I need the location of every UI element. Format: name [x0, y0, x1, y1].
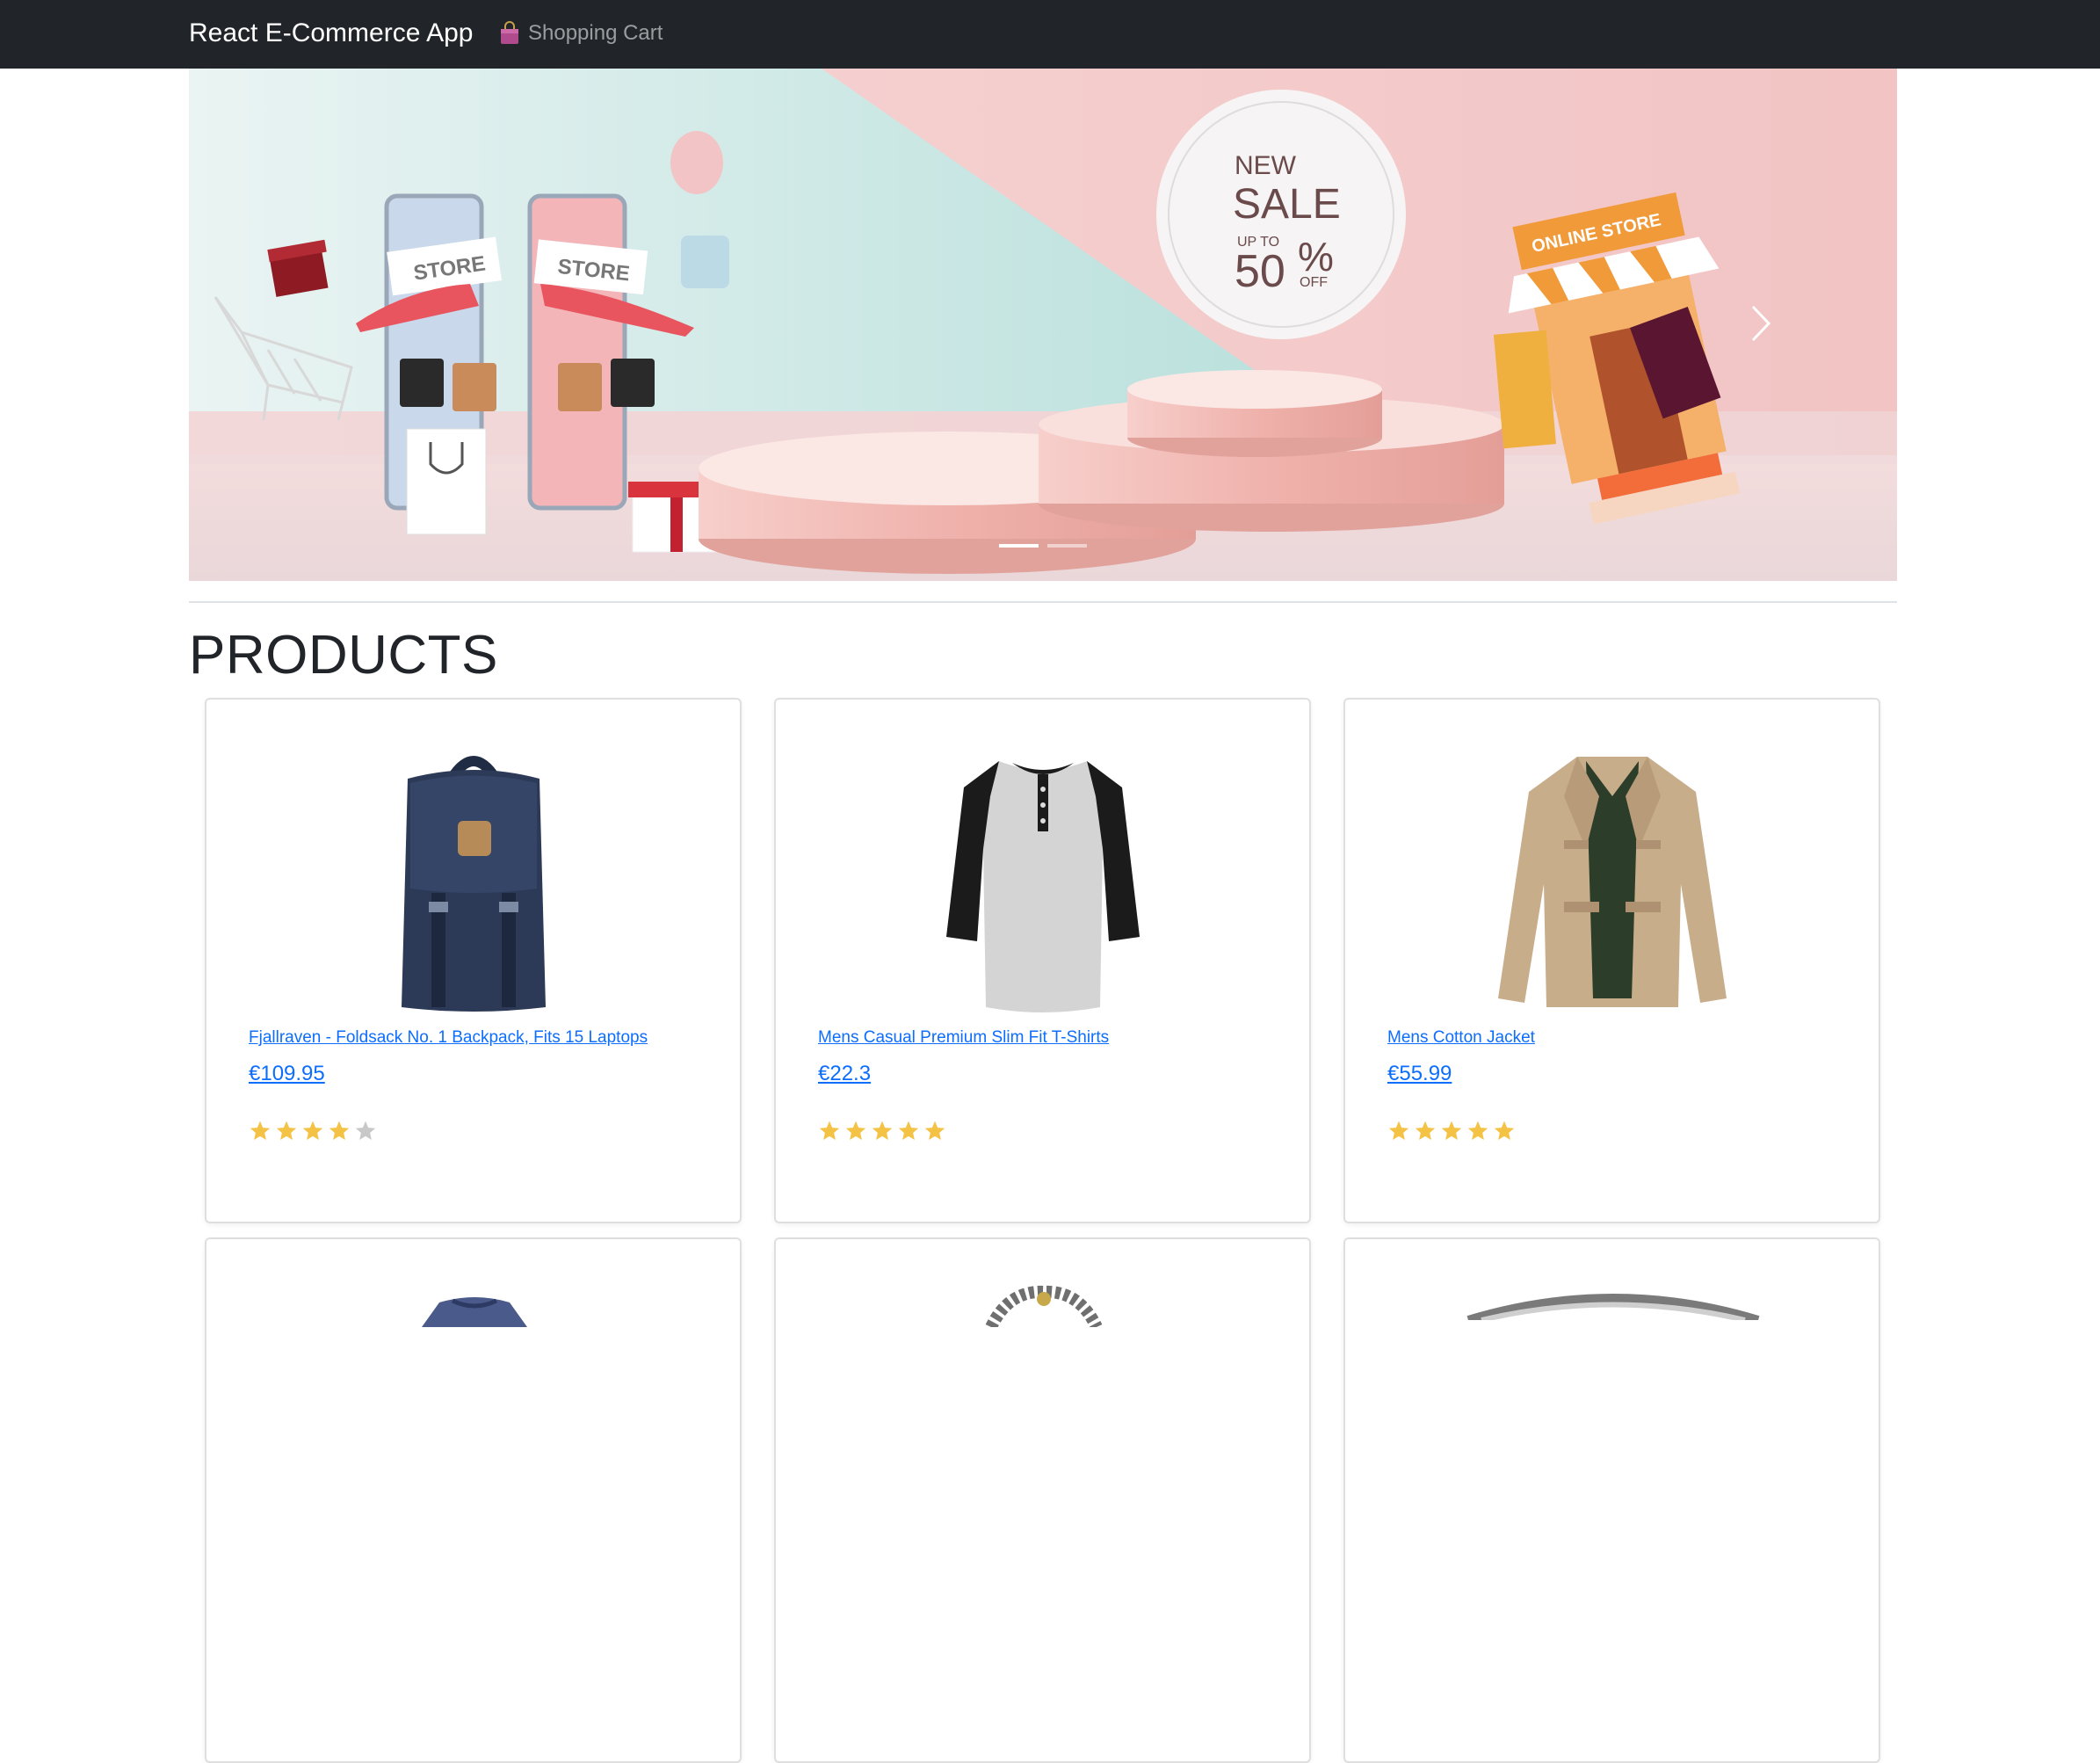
product-price-link[interactable]: €55.99 — [1387, 1062, 1452, 1086]
brand-link[interactable]: React E-Commerce App — [189, 16, 473, 51]
chevron-right-icon — [1751, 305, 1771, 342]
sale-banner-image: STORE STORE NEW SALE UP TO 50 % OFF ONLI… — [189, 69, 1897, 581]
star-filled-icon — [924, 1121, 945, 1140]
carousel-indicators — [189, 544, 1897, 548]
product-card: Fjallraven - Foldsack No. 1 Backpack, Fi… — [205, 698, 742, 1223]
star-filled-icon — [302, 1121, 323, 1140]
star-filled-icon — [898, 1121, 919, 1140]
promo-carousel: STORE STORE NEW SALE UP TO 50 % OFF ONLI… — [189, 69, 1897, 581]
star-filled-icon — [250, 1121, 271, 1140]
shopping-cart-link[interactable]: Shopping Cart — [498, 18, 663, 49]
product-rating — [249, 1120, 377, 1143]
shopping-cart-label: Shopping Cart — [528, 21, 663, 45]
product-card: Mens Cotton Jacket €55.99 — [1343, 698, 1880, 1223]
product-title-link[interactable]: Mens Cotton Jacket — [1387, 1028, 1852, 1048]
carousel-next-button[interactable] — [1730, 288, 1792, 359]
product-price-link[interactable]: €22.3 — [818, 1062, 871, 1086]
star-filled-icon — [872, 1121, 893, 1140]
star-filled-icon — [1467, 1121, 1488, 1140]
star-filled-icon — [329, 1121, 350, 1140]
star-filled-icon — [819, 1121, 840, 1140]
product-image-tshirt — [422, 1297, 527, 1327]
product-image-ring — [1466, 1294, 1760, 1320]
product-card — [205, 1237, 742, 1763]
star-filled-icon — [1415, 1121, 1436, 1140]
top-navbar: React E-Commerce App Shopping Cart — [0, 0, 2100, 69]
products-heading: PRODUCTS — [189, 625, 498, 686]
star-filled-icon — [845, 1121, 866, 1140]
badge-new-text: NEW — [1235, 151, 1297, 180]
product-image-cotton-jacket — [1497, 757, 1727, 1007]
product-title-link[interactable]: Fjallraven - Foldsack No. 1 Backpack, Fi… — [249, 1028, 713, 1048]
star-filled-icon — [1494, 1121, 1515, 1140]
carousel-indicator-2[interactable] — [1047, 544, 1087, 548]
product-rating — [818, 1120, 946, 1143]
product-price-link[interactable]: €109.95 — [249, 1062, 325, 1086]
carousel-indicator-1[interactable] — [999, 544, 1039, 548]
product-title-link[interactable]: Mens Casual Premium Slim Fit T-Shirts — [818, 1028, 1283, 1048]
product-card — [1343, 1237, 1880, 1763]
star-filled-icon — [1388, 1121, 1409, 1140]
product-image-henley-shirt — [945, 761, 1140, 1012]
badge-sale-text: SALE — [1233, 181, 1341, 228]
product-rating — [1387, 1120, 1516, 1143]
product-card — [774, 1237, 1311, 1763]
badge-percent-symbol: % — [1298, 234, 1334, 279]
star-filled-icon — [276, 1121, 297, 1140]
badge-percent-text: 50 — [1235, 246, 1285, 297]
star-filled-icon — [1441, 1121, 1462, 1140]
product-card: Mens Casual Premium Slim Fit T-Shirts €2… — [774, 698, 1311, 1223]
shopping-bag-icon — [498, 21, 521, 46]
product-image-bracelet — [985, 1285, 1103, 1327]
section-divider — [189, 601, 1897, 603]
badge-off-text: OFF — [1300, 275, 1328, 290]
product-image-backpack — [401, 756, 546, 1012]
star-empty-icon — [355, 1121, 376, 1140]
